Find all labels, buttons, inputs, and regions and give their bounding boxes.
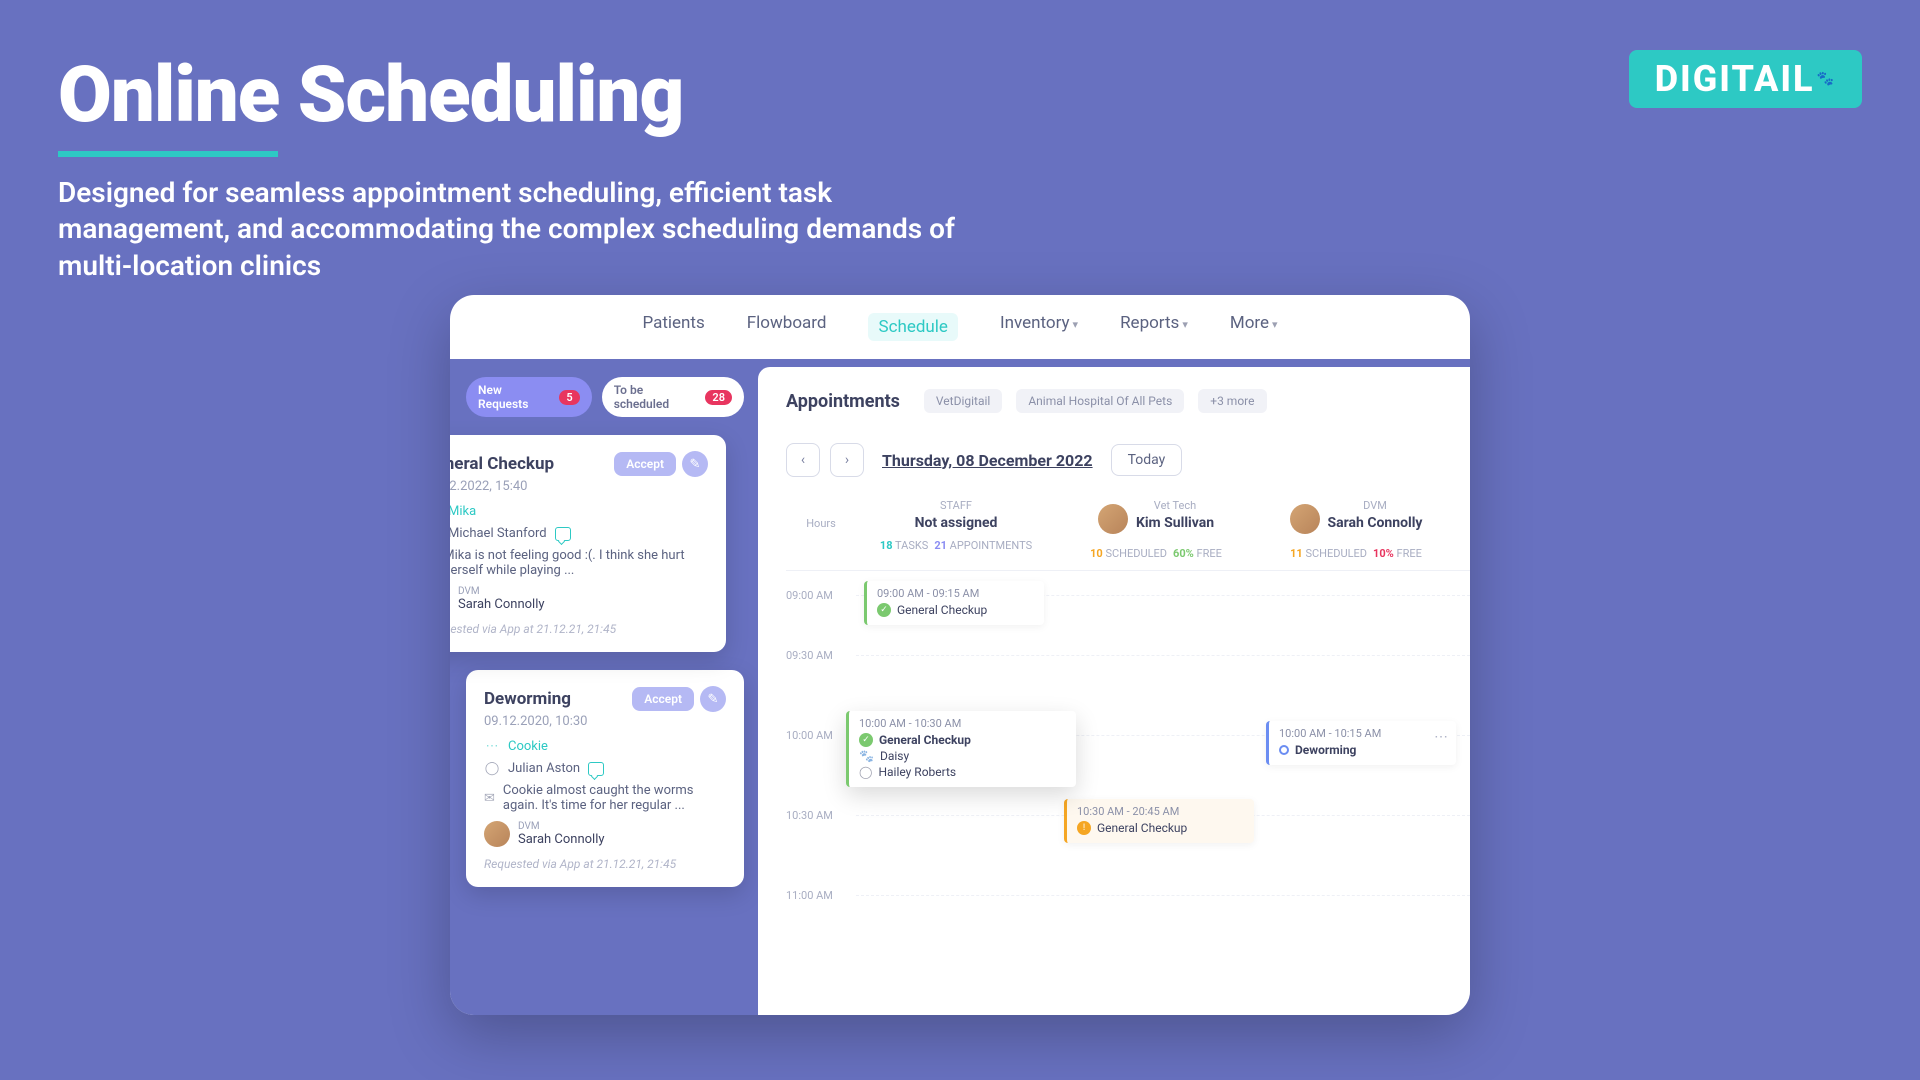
nav-more-label: More <box>1230 313 1269 333</box>
event-time: 09:00 AM - 09:15 AM <box>877 587 1034 600</box>
avatar <box>1098 504 1128 534</box>
time-label: 09:30 AM <box>786 649 833 662</box>
mail-icon: ✉ <box>484 791 495 806</box>
event-title: Deworming <box>1295 743 1356 757</box>
event-title: General Checkup <box>1097 821 1187 835</box>
filter-pills: New Requests 5 To be scheduled 28 <box>466 377 744 417</box>
request-source: Requested via App at 21.12.21, 21:45 <box>450 622 708 636</box>
time-label: 10:30 AM <box>786 809 833 822</box>
person-icon: ◯ <box>859 765 872 779</box>
request-card[interactable]: General Checkup Accept ✎ 09.12.2022, 15:… <box>450 435 726 652</box>
location-chip-more[interactable]: +3 more <box>1198 389 1266 413</box>
workspace: New Requests 5 To be scheduled 28 Genera… <box>450 359 1470 1015</box>
location-chip[interactable]: VetDigitail <box>924 389 1002 413</box>
chat-icon[interactable] <box>588 762 604 776</box>
request-date: 09.12.2020, 10:30 <box>484 714 726 729</box>
paw-icon: 🐾 <box>1817 71 1836 87</box>
hours-column-header: Hours <box>786 499 856 560</box>
event-title: General Checkup <box>897 603 987 617</box>
warning-icon: ! <box>1077 821 1091 835</box>
nav-reports-label: Reports <box>1120 313 1179 333</box>
request-message: Mika is not feeling good :(. I think she… <box>450 548 708 578</box>
pet-name[interactable]: Cookie <box>508 739 548 754</box>
time-label: 10:00 AM <box>786 729 833 742</box>
person-icon: ◯ <box>484 761 500 776</box>
event-time: 10:30 AM - 20:45 AM <box>1077 805 1244 818</box>
chat-icon[interactable] <box>555 527 571 541</box>
event-owner: Hailey Roberts <box>878 765 956 779</box>
pet-name[interactable]: Mika <box>450 504 476 519</box>
calendar-event-expanded[interactable]: 10:00 AM - 10:30 AM ✓ General Checkup 🐾 Da… <box>846 711 1076 787</box>
request-message: Cookie almost caught the worms again. It… <box>503 783 726 813</box>
event-time: 10:00 AM - 10:15 AM <box>1279 727 1446 740</box>
request-title: General Checkup <box>450 454 554 474</box>
event-pet: Daisy <box>880 749 909 763</box>
kim-column-header: Vet TechKim Sullivan 10 SCHEDULED60% FRE… <box>1056 499 1256 560</box>
owner-name: Michael Stanford <box>450 526 547 541</box>
pill-badge: 5 <box>559 390 579 405</box>
appointments-title: Appointments <box>786 391 900 412</box>
nav-inventory-label: Inventory <box>1000 313 1070 333</box>
nav-flowboard[interactable]: Flowboard <box>747 313 827 341</box>
nav-more[interactable]: More▾ <box>1230 313 1278 341</box>
hero-section: Online Scheduling Designed for seamless … <box>58 50 998 284</box>
avatar <box>1290 504 1320 534</box>
edit-icon[interactable]: ✎ <box>700 686 726 712</box>
nav-reports[interactable]: Reports▾ <box>1120 313 1188 341</box>
paw-icon: ⋯ <box>484 739 500 754</box>
pill-label: To be scheduled <box>614 383 700 411</box>
calendar-event[interactable]: 09:00 AM - 09:15 AM ✓ General Checkup <box>864 581 1044 625</box>
time-label: 09:00 AM <box>786 589 833 602</box>
top-nav: Patients Flowboard Schedule Inventory▾ R… <box>450 295 1470 359</box>
staff-column-header: STAFF Not assigned 18 TASKS21 APPOINTMEN… <box>856 499 1056 560</box>
avatar <box>484 821 510 847</box>
nav-patients[interactable]: Patients <box>642 313 704 341</box>
pill-label: New Requests <box>478 383 553 411</box>
calendar-event[interactable]: 10:30 AM - 20:45 AM ! General Checkup <box>1064 799 1254 843</box>
vet-name: Sarah Connolly <box>518 832 605 847</box>
date-label[interactable]: Thursday, 08 December 2022 <box>882 451 1093 470</box>
check-icon: ✓ <box>859 733 873 747</box>
vet-role: DVM <box>518 821 605 832</box>
request-source: Requested via App at 21.12.21, 21:45 <box>484 857 726 871</box>
request-title: Deworming <box>484 689 571 709</box>
pill-to-be-scheduled[interactable]: To be scheduled 28 <box>602 377 744 417</box>
event-title: General Checkup <box>879 733 971 747</box>
location-chip[interactable]: Animal Hospital Of All Pets <box>1016 389 1184 413</box>
brand-logo: DIGITAIL🐾 <box>1629 50 1862 108</box>
pill-badge: 28 <box>705 390 732 405</box>
page-subtitle: Designed for seamless appointment schedu… <box>58 175 998 284</box>
calendar-pane: Appointments VetDigitail Animal Hospital… <box>758 367 1470 1015</box>
nav-inventory[interactable]: Inventory▾ <box>1000 313 1078 341</box>
title-underline <box>58 151 278 157</box>
next-day-button[interactable]: › <box>830 443 864 477</box>
vet-name: Sarah Connolly <box>458 597 545 612</box>
accept-button[interactable]: Accept <box>614 452 676 476</box>
calendar-event[interactable]: ⋯ 10:00 AM - 10:15 AM Deworming <box>1266 721 1456 765</box>
event-time: 10:00 AM - 10:30 AM <box>859 717 1066 730</box>
status-dot-icon <box>1279 745 1289 755</box>
owner-name: Julian Aston <box>508 761 580 776</box>
chevron-down-icon: ▾ <box>1073 318 1079 331</box>
accept-button[interactable]: Accept <box>632 687 694 711</box>
check-icon: ✓ <box>877 603 891 617</box>
chevron-down-icon: ▾ <box>1272 318 1278 331</box>
brand-text: DIGITAIL <box>1655 58 1815 100</box>
nav-schedule[interactable]: Schedule <box>868 313 957 341</box>
app-window: Patients Flowboard Schedule Inventory▾ R… <box>450 295 1470 1015</box>
chevron-down-icon: ▾ <box>1182 318 1188 331</box>
sarah-column-header: DVMSarah Connolly 11 SCHEDULED10% FREE <box>1256 499 1456 560</box>
paw-icon: 🐾 <box>859 749 874 763</box>
vet-role: DVM <box>458 586 545 597</box>
requests-column: New Requests 5 To be scheduled 28 Genera… <box>458 367 758 1015</box>
edit-icon[interactable]: ✎ <box>682 451 708 477</box>
prev-day-button[interactable]: ‹ <box>786 443 820 477</box>
more-icon[interactable]: ⋯ <box>1434 729 1448 745</box>
today-button[interactable]: Today <box>1111 444 1183 476</box>
pill-new-requests[interactable]: New Requests 5 <box>466 377 592 417</box>
page-title: Online Scheduling <box>58 50 998 141</box>
time-label: 11:00 AM <box>786 889 833 902</box>
request-date: 09.12.2022, 15:40 <box>450 479 708 494</box>
request-card[interactable]: Deworming Accept ✎ 09.12.2020, 10:30 ⋯ Co… <box>466 670 744 887</box>
